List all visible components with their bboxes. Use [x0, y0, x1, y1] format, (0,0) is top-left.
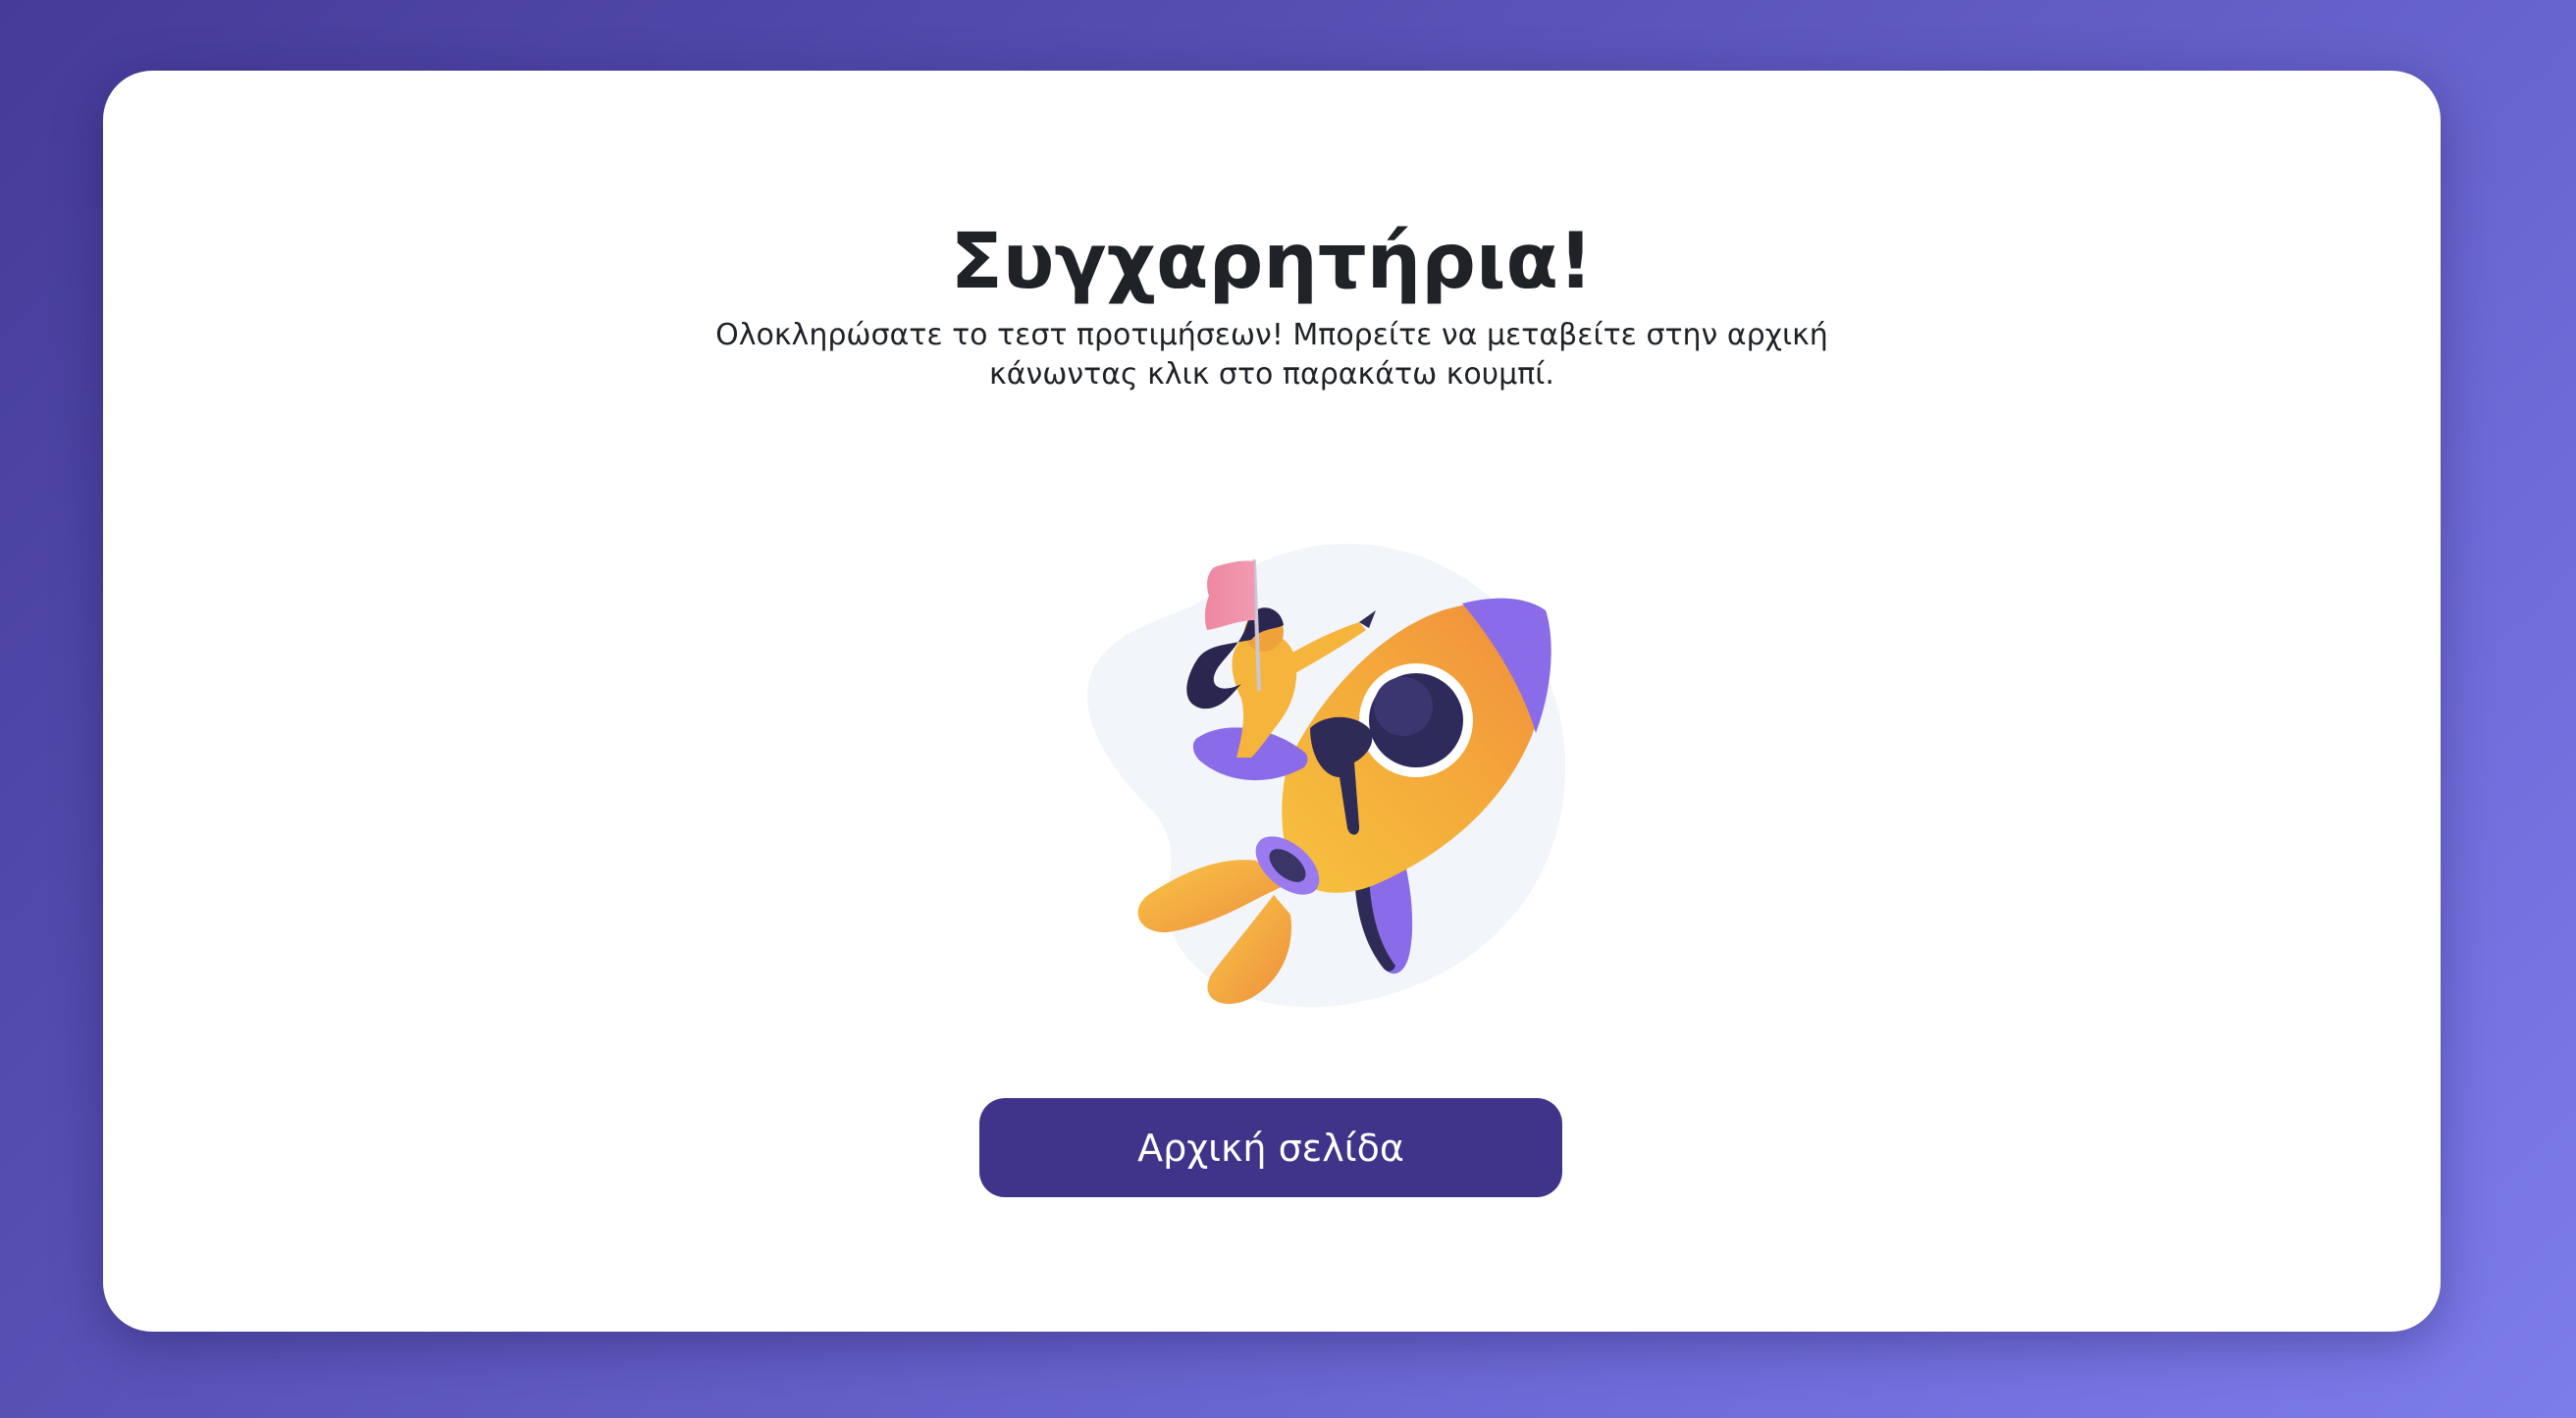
- flag: [1204, 560, 1255, 630]
- completion-card: Συγχαρητήρια! Ολοκληρώσατε το τεστ προτι…: [103, 71, 2441, 1332]
- rocket-illustration: [1087, 544, 1566, 1008]
- page-title: Συγχαρητήρια!: [950, 218, 1594, 306]
- home-page-button[interactable]: Αρχική σελίδα: [979, 1098, 1562, 1197]
- completion-message: Ολοκληρώσατε το τεστ προτιμήσεων! Μπορεί…: [715, 318, 1828, 392]
